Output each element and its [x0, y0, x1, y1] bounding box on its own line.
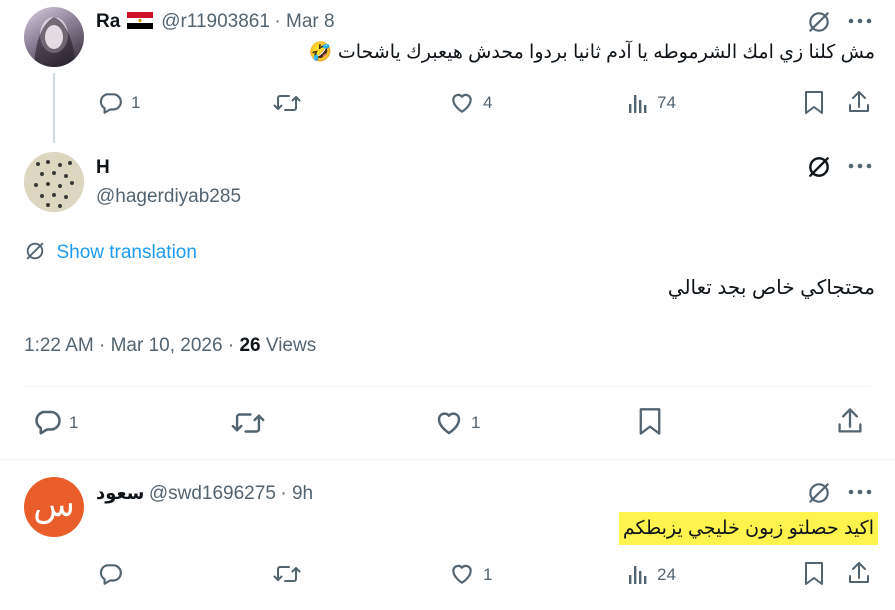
bookmark-icon[interactable] — [637, 407, 663, 437]
show-translation-label[interactable]: Show translation — [56, 242, 196, 263]
tweet-text: مش كلنا زي امك الشرموطه يا آدم ثانيا برد… — [308, 42, 875, 63]
reply-icon[interactable] — [97, 90, 123, 116]
views-icon[interactable] — [626, 561, 650, 587]
tweet-text: محتجاكي خاص بجد تعالي — [667, 277, 875, 299]
like-icon[interactable] — [449, 561, 475, 587]
divider — [24, 386, 871, 387]
share-icon[interactable] — [836, 406, 864, 436]
author-name[interactable]: Ra — [96, 11, 120, 32]
author-name[interactable]: سعود — [96, 483, 144, 503]
retweet-icon[interactable] — [273, 90, 301, 116]
tweet-date[interactable]: · Mar 8 — [274, 11, 334, 32]
like-icon[interactable] — [434, 408, 464, 438]
avatar[interactable] — [24, 152, 84, 212]
views-count: 24 — [657, 565, 676, 584]
author-handle[interactable]: @hagerdiyab285 — [96, 185, 241, 209]
reply-count: 1 — [69, 413, 79, 432]
avatar[interactable]: س — [24, 477, 84, 537]
grok-icon[interactable] — [806, 480, 832, 506]
egypt-flag-icon — [126, 12, 153, 29]
like-icon[interactable] — [449, 90, 475, 116]
like-count: 1 — [471, 413, 481, 432]
reply-count: 1 — [131, 93, 141, 112]
author-name[interactable]: H — [96, 156, 110, 180]
show-translation-link[interactable]: Show translation — [24, 240, 197, 264]
avatar-letter: س — [33, 485, 75, 525]
share-icon[interactable] — [847, 560, 871, 586]
grok-icon[interactable] — [806, 9, 832, 35]
translate-icon — [24, 240, 46, 267]
more-options-icon[interactable] — [848, 489, 872, 495]
timestamp[interactable]: 1:22 AM · Mar 10, 2026 · — [24, 335, 234, 356]
share-icon[interactable] — [847, 89, 871, 115]
tweet-metadata: 1:22 AM · Mar 10, 2026 · 26 Views — [24, 334, 316, 358]
more-options-icon[interactable] — [848, 163, 872, 169]
author-handle[interactable]: @swd1696275 — [149, 483, 276, 504]
bookmark-icon[interactable] — [803, 90, 825, 116]
highlighted-text: اكيد حصلتو زبون خليجي يزبطكم — [618, 512, 878, 545]
like-count: 1 — [483, 565, 493, 584]
views-count: 74 — [657, 93, 676, 112]
reply-icon[interactable] — [32, 407, 62, 437]
views-label: Views — [265, 335, 317, 356]
bookmark-icon[interactable] — [803, 561, 825, 587]
avatar[interactable] — [24, 7, 84, 67]
reply-icon[interactable] — [97, 561, 123, 587]
more-options-icon[interactable] — [848, 18, 872, 24]
avatar-image — [24, 152, 84, 212]
views-number: 26 — [239, 335, 261, 356]
retweet-icon[interactable] — [273, 561, 301, 587]
retweet-icon[interactable] — [231, 408, 265, 438]
views-icon[interactable] — [626, 90, 650, 116]
like-count: 4 — [483, 93, 493, 112]
divider — [0, 459, 895, 460]
author-handle[interactable]: @r11903861 — [161, 11, 270, 32]
tweet-date[interactable]: · 9h — [280, 483, 313, 504]
grok-icon[interactable] — [806, 154, 832, 180]
tweet-text: اكيد حصلتو زبون خليجي يزبطكم — [278, 512, 878, 546]
thread-line — [53, 73, 55, 143]
avatar-image — [34, 17, 76, 67]
